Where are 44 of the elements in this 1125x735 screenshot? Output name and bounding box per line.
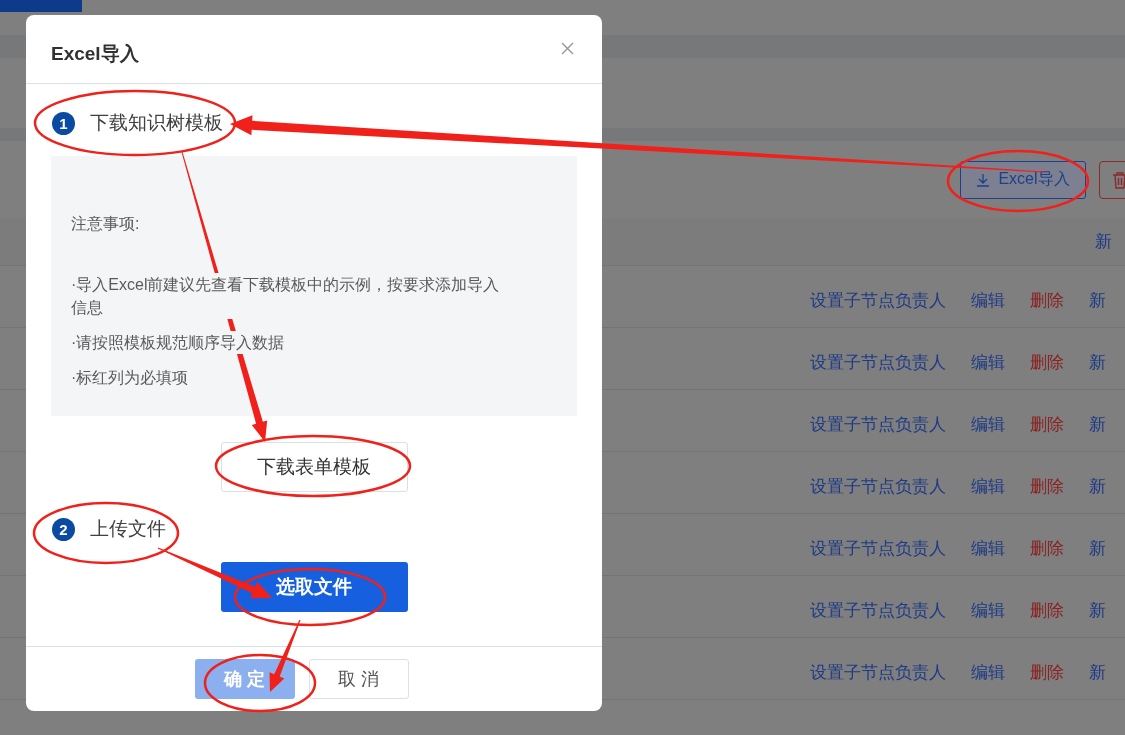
action-link[interactable]: 新: [1089, 537, 1106, 560]
action-link[interactable]: 设置子节点负责人: [810, 351, 946, 374]
action-link[interactable]: 新: [1089, 475, 1106, 498]
action-link[interactable]: 新: [1089, 661, 1106, 684]
dialog-title: Excel导入: [51, 42, 139, 66]
action-link[interactable]: 编辑: [971, 537, 1005, 560]
note-text: ·请按照模板规范顺序导入数据: [71, 331, 285, 354]
action-link[interactable]: 新: [1089, 599, 1106, 622]
download-template-button[interactable]: 下载表单模板: [220, 442, 408, 492]
trash-icon: [1112, 170, 1125, 189]
action-link[interactable]: 设置子节点负责人: [810, 661, 946, 684]
download-icon: [976, 172, 991, 187]
action-link[interactable]: 编辑: [971, 661, 1005, 684]
select-file-button[interactable]: 选取文件: [220, 562, 408, 612]
action-link[interactable]: 设置子节点负责人: [810, 289, 946, 312]
note-text: ·标红列为必填项: [71, 366, 189, 389]
action-link[interactable]: 新: [1089, 351, 1106, 374]
action-link[interactable]: 编辑: [971, 599, 1005, 622]
add-link[interactable]: 新: [1095, 230, 1112, 253]
close-icon[interactable]: [561, 41, 574, 55]
action-link[interactable]: 编辑: [971, 351, 1005, 374]
step-label: 上传文件: [90, 517, 166, 541]
step-label: 下载知识树模板: [90, 111, 223, 135]
delete-link[interactable]: 删除: [1030, 289, 1064, 312]
action-link[interactable]: 编辑: [971, 289, 1005, 312]
action-link[interactable]: 新: [1089, 413, 1106, 436]
delete-link[interactable]: 删除: [1030, 661, 1064, 684]
delete-link[interactable]: 删除: [1030, 351, 1064, 374]
action-link[interactable]: 设置子节点负责人: [810, 537, 946, 560]
action-link[interactable]: 编辑: [971, 413, 1005, 436]
delete-link[interactable]: 删除: [1030, 537, 1064, 560]
action-link[interactable]: 新: [1089, 289, 1106, 312]
excel-import-button[interactable]: Excel导入: [960, 160, 1086, 199]
action-link[interactable]: 编辑: [971, 475, 1005, 498]
cancel-button[interactable]: 取 消: [309, 659, 409, 699]
delete-link[interactable]: 删除: [1030, 475, 1064, 498]
action-link[interactable]: 设置子节点负责人: [810, 599, 946, 622]
delete-link[interactable]: 删除: [1030, 599, 1064, 622]
action-link[interactable]: 设置子节点负责人: [810, 413, 946, 436]
step-number: 1: [52, 111, 75, 135]
step-number: 2: [52, 517, 75, 541]
action-link[interactable]: 设置子节点负责人: [810, 475, 946, 498]
delete-link[interactable]: 删除: [1030, 413, 1064, 436]
notes-heading: 注意事项:: [71, 212, 140, 235]
